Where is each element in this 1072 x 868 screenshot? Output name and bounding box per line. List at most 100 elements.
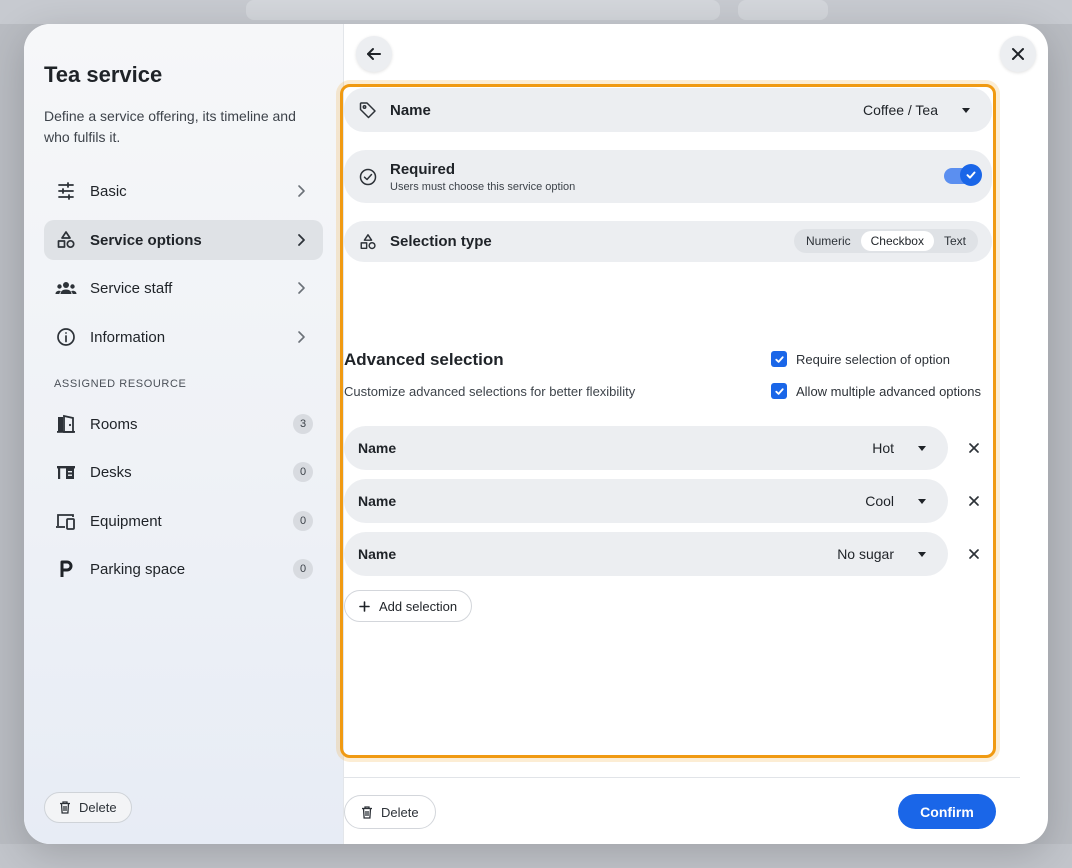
chevron-right-icon [298,234,305,246]
arrow-left-icon [367,48,381,60]
sidebar-item-label: Rooms [90,415,138,433]
plus-icon [359,600,370,612]
people-icon [54,276,78,300]
selection-type-row: Selection type Numeric Checkbox Text [344,221,992,262]
dialog-description: Define a service offering, its timeline … [44,108,296,145]
chevron-down-icon [962,108,970,113]
close-icon [969,496,979,506]
delete-button[interactable]: Delete [344,795,436,829]
tag-icon [358,100,378,120]
add-selection-button[interactable]: Add selection [344,590,473,622]
sidebar-item-label: Desks [90,463,132,481]
dialog-title: Tea service [44,62,163,87]
back-button[interactable] [356,36,392,72]
sidebar-item-label: Information [90,328,166,346]
segment-text[interactable]: Text [934,231,976,251]
selection-dropdown-row[interactable]: Name No sugar [344,532,948,576]
chevron-down-icon [918,446,926,451]
chevron-right-icon [298,282,305,294]
required-label: Required [390,160,456,178]
segment-checkbox[interactable]: Checkbox [860,231,934,251]
name-label: Name [390,101,431,119]
chevron-right-icon [298,185,305,197]
remove-selection-button[interactable] [964,438,984,458]
sidebar-item-parking-space[interactable]: Parking space 0 [44,549,323,589]
name-value: Coffee / Tea [863,102,938,118]
main-panel: Name Coffee / Tea Required Users must ch… [340,24,1048,844]
allow-multiple-label: Allow multiple advanced options [796,383,981,399]
shapes-icon [358,232,378,252]
devices-icon [54,509,78,533]
required-row: Required Users must choose this service … [344,150,992,203]
selection-type-segmented-control: Numeric Checkbox Text [793,229,978,253]
sidebar-item-rooms[interactable]: Rooms 3 [44,404,323,444]
info-icon [54,325,78,349]
close-icon [1012,48,1024,60]
sidebar-item-label: Parking space [90,560,186,578]
selection-name-label: Name [358,493,397,509]
selection-type-label: Selection type [390,233,492,250]
trash-icon [362,805,372,819]
close-icon [969,549,979,559]
selection-value: Cool [865,493,894,509]
check-icon [774,355,784,363]
remove-selection-button[interactable] [964,491,984,511]
sidebar-item-label: Equipment [90,512,162,530]
close-button[interactable] [1000,36,1036,72]
name-dropdown-row[interactable]: Name Coffee / Tea [344,88,992,132]
footer-divider [344,777,1020,778]
sidebar-item-label: Service options [90,231,202,249]
selection-value: No sugar [837,546,894,562]
selection-dropdown-row[interactable]: Name Hot [344,426,948,470]
require-selection-label: Require selection of option [796,351,950,367]
service-option-dialog: Tea service Define a service offering, i… [24,24,1048,844]
sidebar-item-information[interactable]: Information [44,317,323,357]
remove-selection-button[interactable] [964,544,984,564]
sidebar-item-equipment[interactable]: Equipment 0 [44,501,323,541]
selection-name-label: Name [358,546,397,562]
trash-icon [60,801,70,814]
check-icon [966,171,976,179]
sidebar-item-service-options[interactable]: Service options [44,220,323,260]
sidebar-delete-button[interactable]: Delete [44,792,132,823]
selection-dropdown-row[interactable]: Name Cool [344,479,948,523]
sidebar-item-label: Basic [90,182,127,200]
count-badge: 0 [293,559,313,579]
required-toggle[interactable] [944,164,982,186]
selection-value: Hot [872,440,894,456]
toggle-knob [960,164,982,186]
delete-label: Delete [79,800,117,815]
background-app-footer [0,844,1072,868]
sidebar-item-service-staff[interactable]: Service staff [44,268,323,308]
shapes-icon [54,228,78,252]
delete-label: Delete [381,804,419,820]
advanced-selection-title: Advanced selection [344,350,504,369]
desk-icon [54,460,78,484]
sidebar: Tea service Define a service offering, i… [24,24,344,844]
sidebar-item-label: Service staff [90,279,173,297]
parking-icon [54,557,78,581]
chevron-down-icon [918,499,926,504]
door-icon [54,412,78,436]
section-label-assigned-resource: ASSIGNED RESOURCE [54,378,187,390]
count-badge: 0 [293,511,313,531]
segment-numeric[interactable]: Numeric [796,231,861,251]
advanced-selection-description: Customize advanced selections for better… [344,384,636,399]
chevron-down-icon [918,552,926,557]
check-icon [774,387,784,395]
require-selection-option[interactable]: Require selection of option [771,351,950,367]
check-circle-icon [358,167,378,187]
close-icon [969,443,979,453]
required-description: Users must choose this service option [390,180,576,193]
require-selection-checkbox[interactable] [771,351,787,367]
count-badge: 3 [293,414,313,434]
sidebar-item-basic[interactable]: Basic [44,171,323,211]
confirm-button[interactable]: Confirm [898,794,996,829]
sliders-icon [54,179,78,203]
allow-multiple-checkbox[interactable] [771,383,787,399]
sidebar-item-desks[interactable]: Desks 0 [44,452,323,492]
allow-multiple-option[interactable]: Allow multiple advanced options [771,383,981,399]
chevron-right-icon [298,331,305,343]
add-selection-label: Add selection [379,598,458,614]
selection-name-label: Name [358,440,397,456]
